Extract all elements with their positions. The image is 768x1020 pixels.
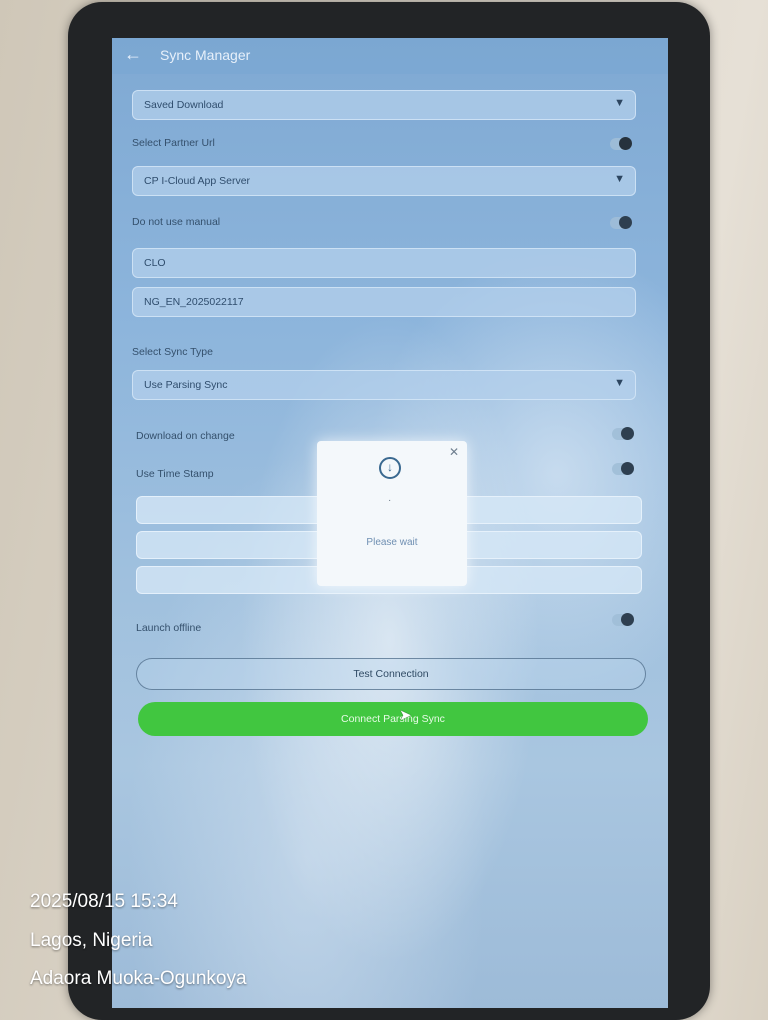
sync-type-select-value: Use Parsing Sync	[144, 379, 228, 391]
loading-dot: ·	[388, 495, 392, 506]
code-field-value: CLO	[144, 257, 166, 269]
launch-offline-toggle[interactable]	[612, 613, 634, 626]
partner-url-label: Select Partner Url	[132, 137, 215, 149]
connect-sync-button[interactable]: Connect Parsing Sync	[138, 702, 648, 736]
page-title: Sync Manager	[160, 47, 251, 63]
time-stamp-label: Use Time Stamp	[136, 468, 214, 480]
please-wait-text: Please wait	[366, 537, 418, 548]
download-select-value: Saved Download	[144, 99, 224, 111]
arrow-left-icon[interactable]: ←	[124, 44, 142, 65]
app-header: ← Sync Manager	[112, 38, 668, 74]
download-icon: ↓	[379, 457, 401, 479]
photo-location: Lagos, Nigeria	[30, 930, 153, 951]
download-on-change-label: Download on change	[136, 430, 235, 442]
sync-type-label: Select Sync Type	[132, 346, 213, 358]
download-on-change-toggle[interactable]	[612, 427, 634, 440]
manual-toggle[interactable]	[610, 216, 632, 229]
photo-timestamp: 2025/08/15 15:34	[30, 891, 178, 912]
id-field-value: NG_EN_2025022117	[144, 296, 244, 308]
code-field[interactable]: CLO	[132, 248, 636, 278]
id-field[interactable]: NG_EN_2025022117	[132, 287, 636, 317]
server-select-value: CP I-Cloud App Server	[144, 175, 251, 187]
download-select[interactable]: Saved Download ▼	[132, 90, 636, 120]
please-wait-dialog: ✕ ↓ · Please wait	[317, 441, 467, 586]
server-select[interactable]: CP I-Cloud App Server ▼	[132, 166, 636, 196]
chevron-down-icon: ▼	[614, 173, 625, 185]
launch-offline-label: Launch offline	[136, 622, 202, 634]
partner-url-toggle[interactable]	[610, 137, 632, 150]
mouse-cursor-icon: ➤	[399, 707, 412, 724]
photo-author: Adaora Muoka-Ogunkoya	[30, 968, 247, 989]
sync-type-select[interactable]: Use Parsing Sync ▼	[132, 370, 636, 400]
chevron-down-icon: ▼	[614, 377, 625, 389]
close-icon[interactable]: ✕	[449, 445, 459, 459]
manual-label: Do not use manual	[132, 216, 221, 228]
time-stamp-toggle[interactable]	[612, 462, 634, 475]
test-connection-button[interactable]: Test Connection	[136, 658, 646, 690]
app-screen: ← Sync Manager Saved Download ▼ Select P…	[112, 38, 668, 1008]
chevron-down-icon: ▼	[614, 97, 625, 109]
